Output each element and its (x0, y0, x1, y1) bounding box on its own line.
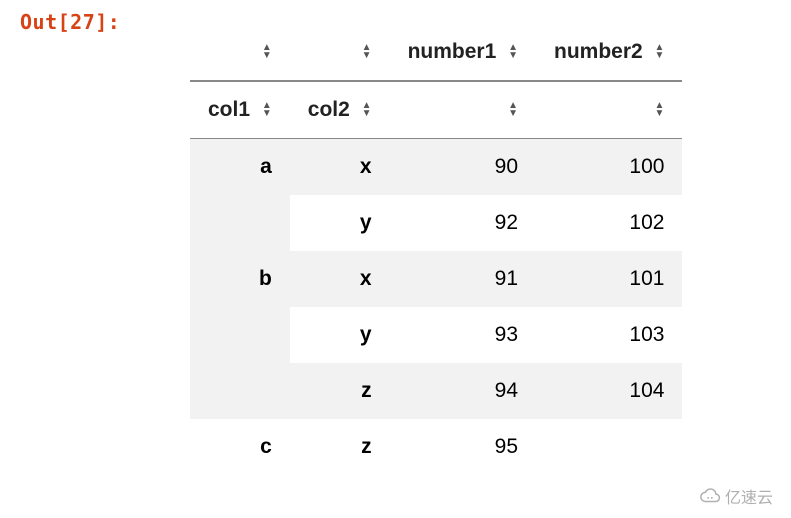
cell-number1: 93 (390, 307, 536, 363)
cell-number1: 92 (390, 195, 536, 251)
sort-icon[interactable]: ▲▼ (508, 102, 518, 118)
index-col2: y (290, 195, 390, 251)
header-label: col1 (208, 98, 250, 121)
header-label: number1 (408, 40, 497, 63)
header-label: number2 (554, 40, 643, 63)
cell-number2: 100 (536, 139, 682, 196)
cell-number1: 90 (390, 139, 536, 196)
index-col1: c (190, 419, 290, 475)
cloud-icon (699, 485, 721, 507)
cell-number2: 102 (536, 195, 682, 251)
sort-icon[interactable]: ▲▼ (362, 102, 372, 118)
table-row: c z 95 (190, 419, 682, 475)
cell-number2: 104 (536, 363, 682, 419)
index-col1: b (190, 251, 290, 419)
cell-number2: 103 (536, 307, 682, 363)
index-col1: a (190, 139, 290, 252)
header-row-index: col1 ▲▼ col2 ▲▼ ▲▼ ▲▼ (190, 81, 682, 139)
cell-number1: 94 (390, 363, 536, 419)
cell-number2: 101 (536, 251, 682, 307)
index-col2: z (290, 363, 390, 419)
sort-icon[interactable]: ▲▼ (262, 44, 272, 60)
watermark: 亿速云 (699, 484, 773, 508)
header-label: col2 (308, 98, 350, 121)
sort-icon[interactable]: ▲▼ (655, 44, 665, 60)
sort-icon[interactable]: ▲▼ (508, 44, 518, 60)
sort-icon[interactable]: ▲▼ (262, 102, 272, 118)
cell-number1: 91 (390, 251, 536, 307)
header-number1[interactable]: number1 ▲▼ (390, 24, 536, 81)
table-row: b x 91 101 (190, 251, 682, 307)
dataframe-table: ▲▼ ▲▼ number1 ▲▼ number2 ▲▼ col1 ▲▼ (190, 24, 682, 475)
index-col2: y (290, 307, 390, 363)
header-row-columns: ▲▼ ▲▼ number1 ▲▼ number2 ▲▼ (190, 24, 682, 81)
watermark-text: 亿速云 (725, 484, 773, 508)
header-number2[interactable]: number2 ▲▼ (536, 24, 682, 81)
index-col2: z (290, 419, 390, 475)
header-blank-col2[interactable]: ▲▼ (290, 24, 390, 81)
index-col2: x (290, 139, 390, 196)
index-header-col2[interactable]: col2 ▲▼ (290, 81, 390, 139)
header-blank-number2[interactable]: ▲▼ (536, 81, 682, 139)
header-blank-number1[interactable]: ▲▼ (390, 81, 536, 139)
dataframe-output: ▲▼ ▲▼ number1 ▲▼ number2 ▲▼ col1 ▲▼ (190, 24, 791, 475)
sort-icon[interactable]: ▲▼ (362, 44, 372, 60)
sort-icon[interactable]: ▲▼ (655, 102, 665, 118)
header-blank-col1[interactable]: ▲▼ (190, 24, 290, 81)
cell-number2 (536, 419, 682, 475)
table-row: a x 90 100 (190, 139, 682, 196)
index-col2: x (290, 251, 390, 307)
cell-number1: 95 (390, 419, 536, 475)
index-header-col1[interactable]: col1 ▲▼ (190, 81, 290, 139)
